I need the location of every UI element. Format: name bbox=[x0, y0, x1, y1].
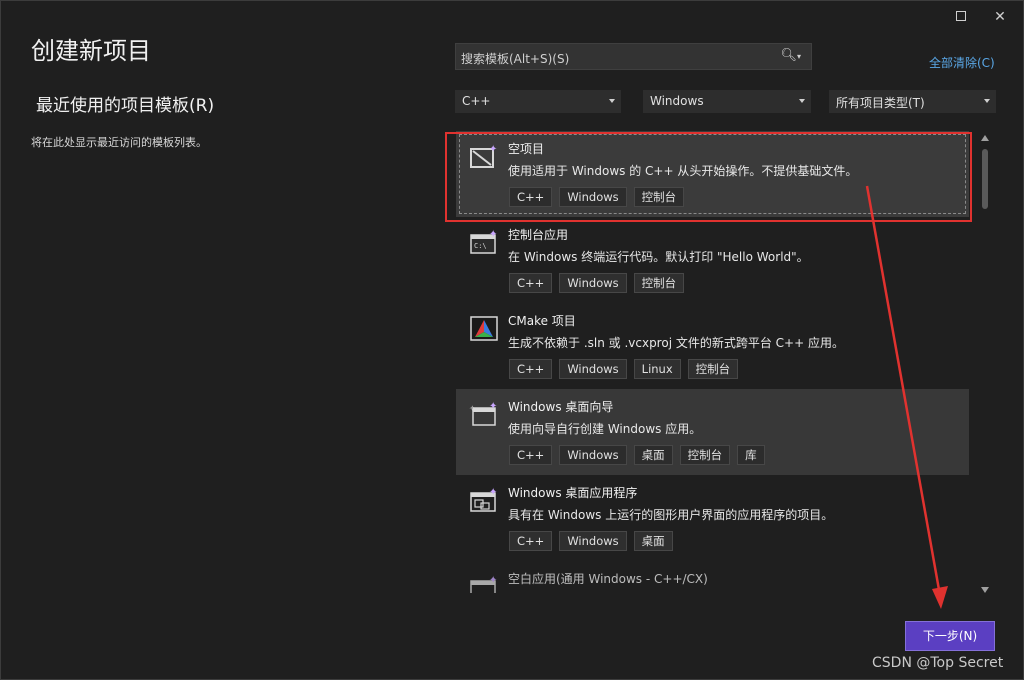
template-description: 具有在 Windows 上运行的图形用户界面的应用程序的项目。 bbox=[508, 508, 834, 522]
svg-text:✦: ✦ bbox=[489, 229, 497, 240]
blank-app-icon: ✦ bbox=[470, 575, 497, 593]
chevron-down-icon bbox=[799, 99, 805, 103]
next-button[interactable]: 下一步(N) bbox=[905, 621, 995, 651]
watermark: CSDN @Top Secret bbox=[872, 655, 1004, 671]
template-item-blank-uwp-app[interactable]: ✦ 空白应用(通用 Windows - C++/CX) bbox=[456, 561, 969, 593]
page-title: 创建新项目 bbox=[31, 37, 151, 65]
template-item-cmake-project[interactable]: CMake 项目 生成不依赖于 .sln 或 .vcxproj 文件的新式跨平台… bbox=[456, 303, 969, 389]
svg-text:✦: ✦ bbox=[489, 487, 497, 498]
tag: Linux bbox=[633, 359, 681, 379]
language-filter-value: C++ bbox=[462, 94, 491, 108]
template-title: 控制台应用 bbox=[508, 228, 569, 242]
scrollbar-thumb[interactable] bbox=[982, 149, 988, 209]
template-list-scrollbar[interactable] bbox=[979, 133, 991, 595]
template-item-console-app[interactable]: C:\ ✦ 控制台应用 在 Windows 终端运行代码。默认打印 "Hello… bbox=[456, 217, 969, 303]
tag: 桌面 bbox=[633, 531, 673, 551]
scroll-up-icon[interactable] bbox=[981, 135, 989, 141]
desktop-wizard-icon: ✧ ✦ bbox=[469, 401, 497, 426]
svg-text:✦: ✦ bbox=[489, 401, 497, 412]
console-app-icon: C:\ ✦ bbox=[470, 229, 497, 254]
svg-text:✦: ✦ bbox=[489, 575, 497, 586]
template-tags: C++ Windows 桌面 bbox=[509, 531, 673, 551]
tag: C++ bbox=[509, 531, 553, 551]
tag: 库 bbox=[737, 445, 765, 465]
create-project-window: ✕ 创建新项目 最近使用的项目模板(R) 将在此处显示最近访问的模板列表。 搜索… bbox=[0, 0, 1024, 680]
tag: Windows bbox=[559, 531, 627, 551]
template-tags: C++ Windows Linux 控制台 bbox=[509, 359, 739, 379]
maximize-button[interactable] bbox=[951, 7, 971, 27]
close-icon: ✕ bbox=[994, 9, 1006, 25]
annotation-highlight-box bbox=[445, 132, 972, 222]
platform-filter-dropdown[interactable]: Windows bbox=[643, 90, 811, 113]
search-placeholder: 搜索模板(Alt+S)(S) bbox=[461, 52, 570, 66]
tag: Windows bbox=[559, 359, 627, 379]
tag: Windows bbox=[559, 445, 627, 465]
svg-text:✧: ✧ bbox=[469, 404, 476, 413]
svg-text:C:\: C:\ bbox=[474, 242, 487, 250]
chevron-down-icon bbox=[984, 99, 990, 103]
platform-filter-value: Windows bbox=[650, 94, 704, 108]
language-filter-dropdown[interactable]: C++ bbox=[455, 90, 621, 113]
template-tags: C++ Windows 控制台 bbox=[509, 273, 685, 293]
template-tags: C++ Windows 桌面 控制台 库 bbox=[509, 445, 765, 465]
search-input[interactable]: 搜索模板(Alt+S)(S) 🔍︎▾ bbox=[455, 43, 812, 70]
desktop-app-icon: ✦ bbox=[470, 487, 497, 512]
chevron-down-icon bbox=[609, 99, 615, 103]
template-description: 生成不依赖于 .sln 或 .vcxproj 文件的新式跨平台 C++ 应用。 bbox=[508, 336, 844, 350]
tag: 控制台 bbox=[679, 445, 731, 465]
close-button[interactable]: ✕ bbox=[990, 7, 1010, 27]
template-description: 在 Windows 终端运行代码。默认打印 "Hello World"。 bbox=[508, 250, 809, 264]
tag: 控制台 bbox=[687, 359, 739, 379]
tag: C++ bbox=[509, 359, 553, 379]
template-title: Windows 桌面向导 bbox=[508, 400, 614, 414]
project-type-filter-value: 所有项目类型(T) bbox=[836, 96, 925, 110]
recent-templates-heading: 最近使用的项目模板(R) bbox=[36, 96, 215, 116]
maximize-icon bbox=[956, 11, 966, 21]
template-title: CMake 项目 bbox=[508, 314, 576, 328]
template-description: 使用向导自行创建 Windows 应用。 bbox=[508, 422, 702, 436]
tag: 控制台 bbox=[633, 273, 685, 293]
template-title: Windows 桌面应用程序 bbox=[508, 486, 638, 500]
tag: Windows bbox=[559, 273, 627, 293]
tag: C++ bbox=[509, 273, 553, 293]
template-title: 空白应用(通用 Windows - C++/CX) bbox=[508, 572, 708, 586]
scroll-down-icon[interactable] bbox=[981, 587, 989, 593]
tag: C++ bbox=[509, 445, 553, 465]
template-item-windows-desktop-app[interactable]: ✦ Windows 桌面应用程序 具有在 Windows 上运行的图形用户界面的… bbox=[456, 475, 969, 561]
recent-templates-empty-text: 将在此处显示最近访问的模板列表。 bbox=[31, 136, 207, 149]
cmake-icon bbox=[470, 316, 498, 341]
template-item-windows-desktop-wizard[interactable]: ✧ ✦ Windows 桌面向导 使用向导自行创建 Windows 应用。 C+… bbox=[456, 389, 969, 475]
project-type-filter-dropdown[interactable]: 所有项目类型(T) bbox=[829, 90, 996, 113]
search-icon[interactable]: 🔍︎▾ bbox=[780, 48, 801, 63]
tag: 桌面 bbox=[633, 445, 673, 465]
clear-all-link[interactable]: 全部清除(C) bbox=[929, 54, 995, 71]
